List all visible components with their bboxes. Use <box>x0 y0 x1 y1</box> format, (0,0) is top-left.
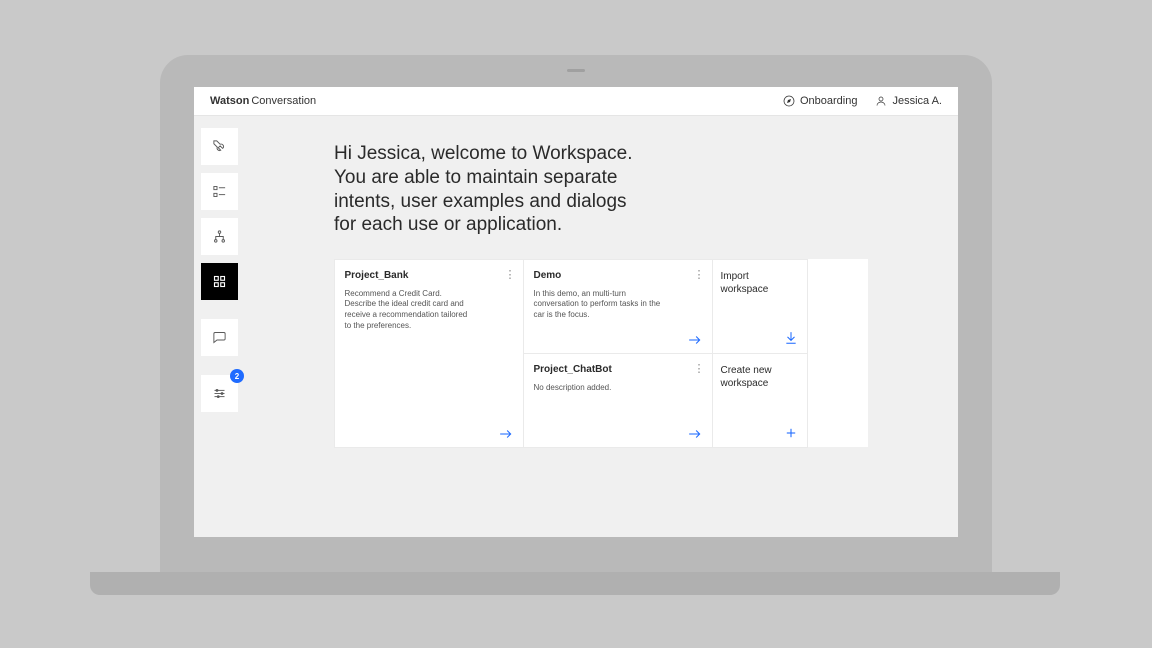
main-panel: Hi Jessica, welcome to Workspace. You ar… <box>244 116 958 537</box>
user-name-label: Jessica A. <box>892 95 942 107</box>
arrow-right-icon[interactable] <box>688 335 702 345</box>
kebab-menu-icon[interactable]: ⋮ <box>505 268 515 281</box>
arrow-right-icon[interactable] <box>499 429 513 439</box>
import-workspace-card[interactable]: Import workspace <box>712 259 808 354</box>
card-description: Recommend a Credit Card. Describe the id… <box>345 289 475 332</box>
welcome-message: Hi Jessica, welcome to Workspace. You ar… <box>334 142 634 237</box>
sliders-icon <box>212 386 227 401</box>
onboarding-label: Onboarding <box>800 95 858 107</box>
sidebar-item-chat[interactable] <box>201 319 238 356</box>
arrow-right-icon[interactable] <box>688 429 702 439</box>
kebab-menu-icon[interactable]: ⋮ <box>694 362 704 375</box>
onboarding-link[interactable]: Onboarding <box>783 95 858 107</box>
sidebar-item-improve[interactable]: 2 <box>201 375 238 412</box>
content-area: 2 Hi Jessica, welcome to Workspace. You … <box>194 116 958 537</box>
wrench-icon <box>212 139 227 154</box>
workspace-grid: Project_Bank Recommend a Credit Card. De… <box>334 259 868 447</box>
list-icon <box>212 184 227 199</box>
create-workspace-card[interactable]: Create new workspace <box>712 353 808 448</box>
card-description: In this demo, an multi-turn conversation… <box>534 289 664 321</box>
action-card-title: Import workspace <box>721 270 799 296</box>
sidebar-item-entities[interactable] <box>201 173 238 210</box>
kebab-menu-icon[interactable]: ⋮ <box>694 268 704 281</box>
plus-icon <box>785 427 797 439</box>
workspace-card-demo[interactable]: Demo In this demo, an multi-turn convers… <box>523 259 713 354</box>
chat-icon <box>212 330 227 345</box>
sidebar-nav: 2 <box>194 116 244 537</box>
laptop-frame: Watson Conversation Onboarding Jessica A… <box>160 55 992 595</box>
user-menu[interactable]: Jessica A. <box>875 95 942 107</box>
card-description: No description added. <box>534 383 664 394</box>
tree-icon <box>212 229 227 244</box>
top-bar: Watson Conversation Onboarding Jessica A… <box>194 87 958 116</box>
notification-badge: 2 <box>230 369 244 383</box>
card-title: Project_ChatBot <box>534 364 702 375</box>
download-icon <box>785 331 797 345</box>
sidebar-item-tools[interactable] <box>201 128 238 165</box>
user-icon <box>875 95 887 107</box>
brand-name-light: Conversation <box>251 95 316 107</box>
action-card-title: Create new workspace <box>721 364 799 390</box>
brand-name-bold: Watson <box>210 95 249 107</box>
card-title: Project_Bank <box>345 270 513 281</box>
card-title: Demo <box>534 270 702 281</box>
workspace-card-bank[interactable]: Project_Bank Recommend a Credit Card. De… <box>334 259 524 448</box>
laptop-notch <box>567 69 585 72</box>
sidebar-item-workspaces[interactable] <box>201 263 238 300</box>
app-screen: Watson Conversation Onboarding Jessica A… <box>194 87 958 537</box>
compass-icon <box>783 95 795 107</box>
laptop-base <box>90 572 1060 595</box>
sidebar-item-dialog[interactable] <box>201 218 238 255</box>
workspace-card-chatbot[interactable]: Project_ChatBot No description added. ⋮ <box>523 353 713 448</box>
grid-icon <box>212 274 227 289</box>
